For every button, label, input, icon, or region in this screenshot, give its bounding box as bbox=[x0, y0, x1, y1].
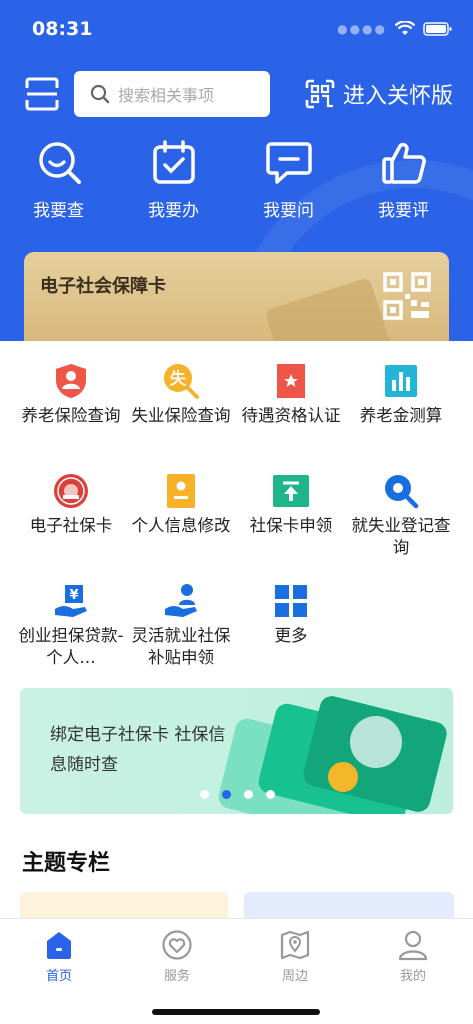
search-placeholder: 搜索相关事项 bbox=[118, 86, 215, 105]
loan-hand-icon: ¥ bbox=[53, 583, 89, 619]
heart-service-icon bbox=[162, 930, 192, 960]
service-pension-query[interactable]: 养老保险查询 bbox=[16, 363, 126, 459]
carousel-indicator bbox=[200, 790, 275, 799]
service-grid: 养老保险查询 失 失业保险查询 待遇资格认证 养老金测算 电子社保卡 个人信息修… bbox=[16, 363, 456, 679]
care-mode-label: 进入关怀版 bbox=[342, 84, 453, 109]
status-bar: 08:31 ●●●● bbox=[32, 16, 453, 42]
header: 08:31 ●●●● 搜索相关事项 进入关怀版 我要查 我要办 我要问 我要评 … bbox=[0, 0, 473, 345]
quick-action-label: 我要查 bbox=[33, 201, 84, 221]
quick-action-do[interactable]: 我要办 bbox=[117, 138, 230, 221]
service-e-card[interactable]: 电子社保卡 bbox=[16, 473, 126, 569]
service-label: 更多 bbox=[274, 626, 308, 645]
quick-action-ask[interactable]: 我要问 bbox=[232, 138, 345, 221]
person-card-icon bbox=[163, 473, 199, 509]
service-unemployment-query[interactable]: 失 失业保险查询 bbox=[126, 363, 236, 459]
carousel-dot[interactable] bbox=[244, 790, 253, 799]
calendar-check-icon bbox=[152, 140, 195, 184]
home-indicator bbox=[152, 1009, 320, 1015]
home-icon bbox=[47, 932, 71, 959]
service-label: 创业担保贷款-个人… bbox=[18, 626, 124, 667]
carousel-dot[interactable] bbox=[266, 790, 275, 799]
search-smile-icon bbox=[38, 142, 81, 184]
section-title: 主题专栏 bbox=[22, 851, 111, 876]
quick-action-label: 我要问 bbox=[263, 201, 314, 221]
wifi-icon bbox=[395, 21, 415, 35]
bookmark-star-icon bbox=[273, 363, 309, 399]
quick-actions: 我要查 我要办 我要问 我要评 bbox=[0, 138, 473, 221]
service-card-apply[interactable]: 社保卡申领 bbox=[236, 473, 346, 569]
service-label: 就失业登记查询 bbox=[351, 516, 451, 557]
banner-text: 绑定电子社保卡 社保信息随时查 bbox=[50, 725, 226, 775]
service-label: 电子社保卡 bbox=[29, 516, 113, 535]
map-pin-icon bbox=[280, 930, 310, 960]
quick-action-label: 我要办 bbox=[148, 201, 199, 221]
service-label: 养老金测算 bbox=[359, 406, 443, 425]
chat-bubble-icon bbox=[265, 142, 312, 184]
user-icon bbox=[398, 930, 428, 961]
quick-action-label: 我要评 bbox=[378, 201, 429, 221]
tab-label: 首页 bbox=[45, 969, 72, 984]
banner-bubble bbox=[350, 716, 402, 768]
service-flexible-subsidy[interactable]: 灵活就业社保补贴申领 bbox=[126, 583, 236, 679]
service-pension-calc[interactable]: 养老金测算 bbox=[346, 363, 456, 459]
service-startup-loan[interactable]: ¥ 创业担保贷款-个人… bbox=[16, 583, 126, 679]
care-mode-icon bbox=[305, 79, 335, 109]
service-employment-register[interactable]: 就失业登记查询 bbox=[346, 473, 456, 569]
service-grid-panel: 养老保险查询 失 失业保险查询 待遇资格认证 养老金测算 电子社保卡 个人信息修… bbox=[0, 341, 473, 686]
tab-home[interactable]: 首页 bbox=[0, 919, 118, 984]
tab-nearby[interactable]: 周边 bbox=[236, 919, 354, 984]
banner-coin bbox=[328, 762, 358, 792]
tab-label: 周边 bbox=[281, 969, 308, 984]
care-mode-button[interactable]: 进入关怀版 bbox=[305, 78, 453, 110]
signal-dots-icon: ●●●● bbox=[337, 22, 387, 36]
bar-chart-icon bbox=[383, 363, 419, 399]
carousel-dot-active[interactable] bbox=[222, 790, 231, 799]
card-illustration bbox=[264, 276, 394, 345]
battery-icon bbox=[423, 22, 452, 36]
service-label: 个人信息修改 bbox=[131, 516, 231, 535]
promo-banner[interactable]: 绑定电子社保卡 社保信息随时查 bbox=[20, 688, 453, 814]
status-icons: ●●●● bbox=[337, 21, 453, 37]
search-icon bbox=[90, 84, 110, 104]
service-label: 社保卡申领 bbox=[249, 516, 333, 535]
service-more[interactable]: 更多 bbox=[236, 583, 346, 679]
thumbs-up-icon bbox=[381, 142, 426, 184]
quick-action-rate[interactable]: 我要评 bbox=[347, 138, 460, 221]
service-label: 待遇资格认证 bbox=[241, 406, 341, 425]
service-personal-info[interactable]: 个人信息修改 bbox=[126, 473, 236, 569]
tab-bar: 首页 服务 周边 我的 bbox=[0, 918, 473, 1024]
unemployment-search-icon: 失 bbox=[163, 363, 199, 399]
grid-more-icon bbox=[273, 583, 309, 619]
search-icon bbox=[383, 473, 419, 509]
social-security-card[interactable]: 电子社会保障卡 bbox=[24, 252, 449, 345]
loan-currency-glyph: ¥ bbox=[69, 588, 78, 603]
status-time: 08:31 bbox=[32, 18, 93, 40]
unemployment-glyph: 失 bbox=[170, 369, 187, 388]
scan-icon[interactable] bbox=[24, 76, 60, 112]
service-label: 失业保险查询 bbox=[131, 406, 231, 425]
tab-label: 服务 bbox=[163, 969, 190, 984]
shield-person-icon bbox=[53, 363, 89, 399]
tab-label: 我的 bbox=[399, 969, 426, 984]
carousel-dot[interactable] bbox=[200, 790, 209, 799]
service-label: 养老保险查询 bbox=[21, 406, 121, 425]
card-title: 电子社会保障卡 bbox=[40, 276, 166, 297]
tab-services[interactable]: 服务 bbox=[118, 919, 236, 984]
service-qualification-cert[interactable]: 待遇资格认证 bbox=[236, 363, 346, 459]
search-input[interactable]: 搜索相关事项 bbox=[74, 71, 270, 117]
emblem-icon bbox=[53, 473, 89, 509]
tab-mine[interactable]: 我的 bbox=[354, 919, 472, 984]
top-bar: 搜索相关事项 进入关怀版 bbox=[24, 70, 453, 118]
service-label: 灵活就业社保补贴申领 bbox=[131, 626, 231, 667]
card-upload-icon bbox=[273, 473, 309, 509]
hand-person-icon bbox=[163, 583, 199, 619]
qr-code-icon[interactable] bbox=[383, 272, 431, 320]
quick-action-check[interactable]: 我要查 bbox=[2, 138, 115, 221]
